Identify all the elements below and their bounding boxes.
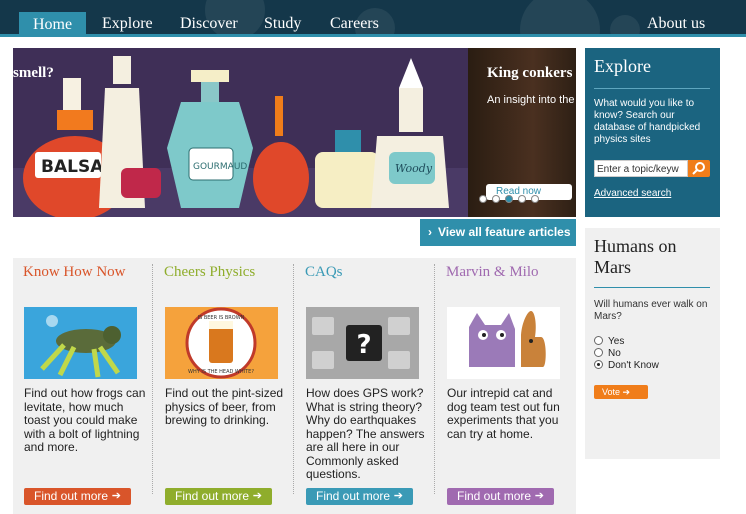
find-out-more-button[interactable]: Find out more ➔ bbox=[165, 488, 272, 505]
card-divider bbox=[152, 264, 153, 494]
find-out-more-button[interactable]: Find out more ➔ bbox=[24, 488, 131, 505]
carousel-dot-4[interactable] bbox=[518, 195, 526, 203]
feature-title[interactable]: Cheers Physics bbox=[164, 264, 255, 281]
explore-search-box: Explore What would you like to know? Sea… bbox=[585, 48, 720, 217]
chevron-right-icon: › bbox=[428, 225, 432, 239]
card-divider bbox=[293, 264, 294, 494]
svg-text:?: ? bbox=[356, 330, 371, 360]
carousel-dot-2[interactable] bbox=[492, 195, 500, 203]
find-out-more-button[interactable]: Find out more ➔ bbox=[447, 488, 554, 505]
find-out-more-button[interactable]: Find out more ➔ bbox=[306, 488, 413, 505]
explore-divider bbox=[594, 88, 710, 89]
card-divider bbox=[434, 264, 435, 494]
feature-description: Find out how frogs can levitate, how muc… bbox=[24, 386, 146, 454]
nav-careers[interactable]: Careers bbox=[316, 0, 393, 37]
hero-caption-2: King conkers bbox=[487, 65, 573, 81]
perfume-bottles-illustration: BALSA GOURMAUD Woody bbox=[13, 48, 468, 217]
carousel-dots bbox=[479, 190, 544, 203]
poll-divider bbox=[594, 287, 710, 288]
poll-option-dont-know[interactable]: Don't Know bbox=[594, 360, 659, 372]
poll-option-no[interactable]: No bbox=[594, 348, 621, 360]
vote-button[interactable]: Vote ➔ bbox=[594, 385, 648, 399]
radio-dont-know[interactable] bbox=[594, 360, 603, 369]
search-input[interactable]: Enter a topic/keyw bbox=[594, 160, 688, 177]
feature-card-marvin-milo: Marvin & Milo Our intrepid cat and dog t… bbox=[436, 258, 576, 514]
beer-image[interactable]: IS BEER IS BROWN WHY IS THE HEAD WHITE? bbox=[165, 307, 278, 379]
poll-option-yes[interactable]: Yes bbox=[594, 336, 624, 348]
arrow-right-icon: ➔ bbox=[393, 490, 403, 502]
radio-yes[interactable] bbox=[594, 336, 603, 345]
top-nav: Home Explore Discover Study Careers Abou… bbox=[0, 0, 746, 37]
keyboard-question-image[interactable]: ? bbox=[306, 307, 419, 379]
poll-box: Humans on Mars Will humans ever walk on … bbox=[585, 228, 720, 459]
feature-title[interactable]: Marvin & Milo bbox=[446, 264, 539, 281]
label-gourmaud: GOURMAUD bbox=[193, 162, 247, 172]
search-icon bbox=[692, 162, 705, 175]
beer-badge-bottom: WHY IS THE HEAD WHITE? bbox=[188, 369, 254, 375]
nav-discover[interactable]: Discover bbox=[166, 0, 252, 37]
label-balsa: BALSA bbox=[41, 157, 104, 177]
radio-no[interactable] bbox=[594, 348, 603, 357]
feature-card-cheers-physics: Cheers Physics IS BEER IS BROWN WHY IS T… bbox=[154, 258, 294, 514]
feature-description: Our intrepid cat and dog team test out f… bbox=[447, 386, 560, 441]
feature-cards: Know How Now Find out how frogs can levi… bbox=[13, 258, 576, 514]
beer-badge-top: IS BEER IS BROWN bbox=[198, 315, 245, 321]
explore-title: Explore bbox=[594, 56, 651, 76]
nav-explore[interactable]: Explore bbox=[88, 0, 167, 37]
feature-description: How does GPS work? What is string theory… bbox=[306, 386, 425, 481]
feature-description: Find out the pint-sized physics of beer,… bbox=[165, 386, 284, 427]
advanced-search-link[interactable]: Advanced search bbox=[594, 188, 671, 199]
label-woody: Woody bbox=[395, 162, 433, 175]
feature-title[interactable]: CAQs bbox=[305, 264, 343, 281]
feature-card-caqs: CAQs ? How does GPS work? What is string… bbox=[295, 258, 435, 514]
cat-dog-image[interactable] bbox=[447, 307, 560, 379]
arrow-right-icon: ➔ bbox=[252, 490, 262, 502]
feature-title[interactable]: Know How Now bbox=[23, 264, 126, 281]
search-button[interactable] bbox=[688, 160, 710, 177]
carousel-dot-3[interactable] bbox=[505, 195, 513, 203]
carousel-dot-1[interactable] bbox=[479, 195, 487, 203]
nav-about-us[interactable]: About us bbox=[633, 0, 719, 37]
explore-description: What would you like to know? Search our … bbox=[594, 98, 701, 145]
view-all-features-button[interactable]: › View all feature articles bbox=[420, 219, 576, 246]
nav-study[interactable]: Study bbox=[250, 0, 315, 37]
hero-carousel[interactable]: BALSA GOURMAUD Woody smell? King conkers… bbox=[13, 48, 576, 217]
poll-question: Will humans ever walk on Mars? bbox=[594, 299, 708, 322]
hero-caption-1: smell? bbox=[13, 65, 54, 81]
feature-card-know-how-now: Know How Now Find out how frogs can levi… bbox=[13, 258, 153, 514]
poll-title: Humans on Mars bbox=[594, 236, 677, 277]
frog-image[interactable] bbox=[24, 307, 137, 379]
nav-underline bbox=[0, 34, 746, 37]
arrow-right-icon: ➔ bbox=[111, 490, 121, 502]
carousel-dot-5[interactable] bbox=[531, 195, 539, 203]
hero-subtitle-2: An insight into the bbox=[487, 94, 575, 106]
arrow-right-icon: ➔ bbox=[534, 490, 544, 502]
arrow-right-icon: ➔ bbox=[622, 387, 631, 397]
